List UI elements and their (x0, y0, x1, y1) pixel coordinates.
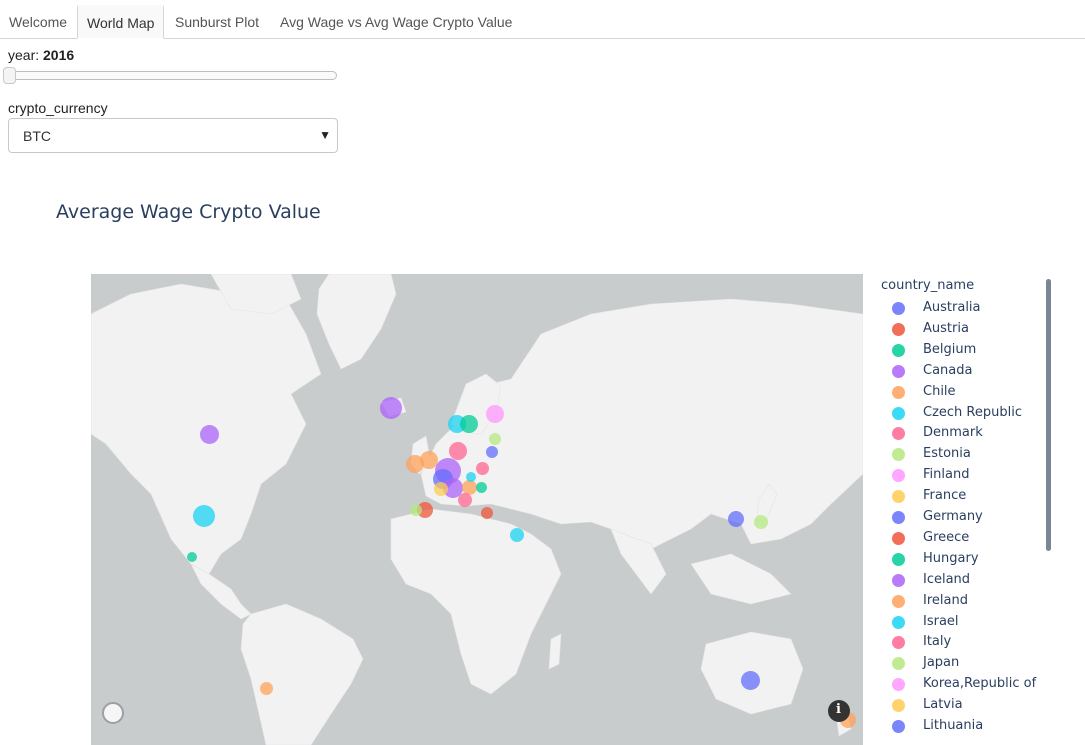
legend-label: Austria (923, 320, 969, 336)
legend-marker (892, 302, 905, 315)
legend-marker (892, 385, 905, 399)
legend-marker (892, 343, 905, 357)
year-value: 2016 (43, 47, 75, 63)
legend-label: Japan (923, 655, 960, 671)
chart-title: Average Wage Crypto Value (56, 201, 321, 223)
crypto-currency-label: crypto_currency (8, 100, 108, 116)
legend-marker (892, 511, 905, 524)
year-label-text: year: (8, 47, 44, 63)
legend-marker (892, 573, 905, 587)
map-point[interactable] (510, 528, 524, 542)
map-point[interactable] (410, 504, 422, 516)
legend-marker (892, 678, 905, 692)
legend-label: Israel (923, 613, 959, 629)
tab-welcome[interactable]: Welcome (0, 6, 76, 39)
map-point[interactable] (449, 442, 467, 460)
legend-marker (892, 469, 905, 483)
year-label: year: 2016 (8, 47, 74, 63)
legend-marker (892, 657, 905, 671)
year-slider-handle[interactable] (3, 67, 16, 84)
legend-marker (892, 615, 905, 629)
legend-label: Czech Republic (923, 404, 1022, 420)
legend-title: country_name (881, 278, 975, 293)
info-icon[interactable]: i (828, 700, 850, 722)
legend-label: Denmark (923, 425, 983, 441)
legend-label: Lithuania (923, 718, 984, 733)
legend-marker (892, 490, 905, 504)
map-point[interactable] (481, 507, 493, 519)
legend-label: Estonia (923, 446, 971, 462)
legend-marker (892, 552, 905, 566)
legend-label: Korea,Republic of (923, 676, 1037, 692)
legend-marker (892, 448, 905, 462)
map-point[interactable] (193, 505, 215, 527)
legend-label: Finland (923, 467, 970, 483)
legend-label: Belgium (923, 341, 977, 357)
legend-label: Canada (923, 362, 973, 378)
map-point[interactable] (486, 446, 498, 458)
map-point[interactable] (458, 493, 472, 507)
crypto-currency-value: BTC (23, 128, 51, 144)
legend-marker (892, 406, 905, 420)
legend-label: Italy (923, 634, 952, 650)
legend-label: Chile (923, 383, 956, 399)
map-point[interactable] (740, 670, 760, 690)
map-point[interactable] (728, 511, 744, 527)
map-point[interactable] (460, 415, 478, 433)
tab-bar: Welcome World Map Sunburst Plot Avg Wage… (0, 0, 1085, 39)
legend-marker (892, 322, 905, 336)
legend-marker (892, 636, 905, 650)
map-point[interactable] (466, 472, 476, 482)
map-point[interactable] (475, 461, 489, 475)
legend-marker (892, 699, 905, 713)
legend-scrollbar[interactable] (1046, 279, 1051, 551)
legend-marker (892, 720, 905, 733)
chevron-down-icon: ▼ (319, 128, 331, 142)
world-map[interactable]: i (91, 274, 863, 745)
legend-label: Greece (923, 529, 970, 545)
legend-label: Australia (923, 300, 981, 315)
compass-icon[interactable] (102, 702, 124, 724)
legend-label: Latvia (923, 697, 963, 713)
map-point[interactable] (199, 424, 219, 444)
tab-sunburst-plot[interactable]: Sunburst Plot (166, 6, 268, 39)
legend-marker (892, 594, 905, 608)
legend-marker (892, 531, 905, 545)
legend-label: Ireland (923, 592, 968, 608)
tab-world-map[interactable]: World Map (77, 5, 165, 39)
legend-marker (892, 364, 905, 378)
map-point[interactable] (489, 433, 501, 445)
map-point[interactable] (259, 681, 273, 695)
map-point[interactable] (754, 515, 768, 529)
tab-avg-wage-vs-crypto[interactable]: Avg Wage vs Avg Wage Crypto Value (271, 6, 521, 39)
crypto-currency-dropdown[interactable]: BTC ▼ (8, 118, 338, 153)
map-point[interactable] (380, 397, 402, 419)
map-point[interactable] (187, 552, 197, 562)
map-point[interactable] (434, 482, 448, 496)
legend: country_name Australia Austria Belgium Cana… (870, 276, 1050, 745)
legend-label: Hungary (923, 550, 979, 566)
legend-marker (892, 427, 905, 441)
legend-label: Germany (923, 509, 983, 524)
map-point[interactable] (475, 481, 487, 493)
year-slider-track[interactable] (8, 71, 337, 80)
legend-label: France (923, 488, 967, 504)
map-point[interactable] (486, 405, 504, 423)
legend-label: Iceland (923, 571, 971, 587)
